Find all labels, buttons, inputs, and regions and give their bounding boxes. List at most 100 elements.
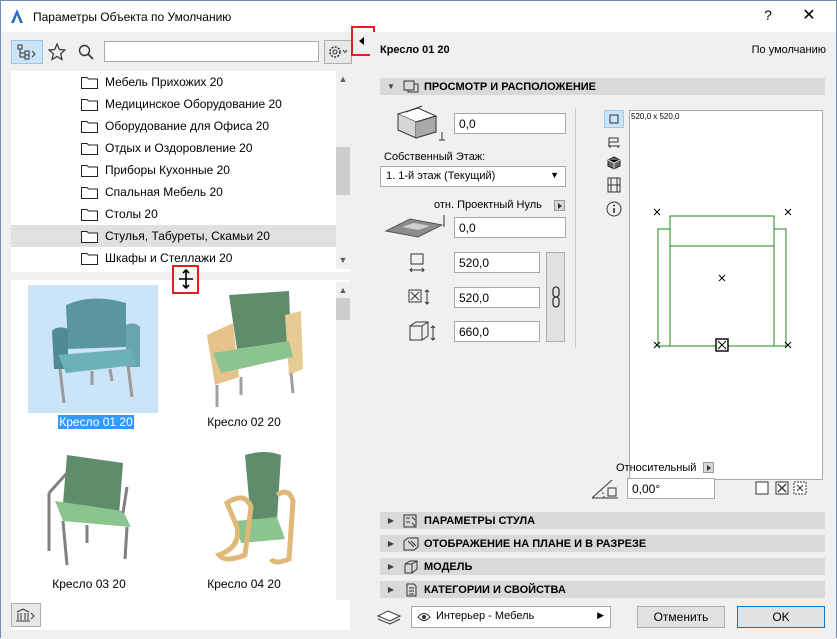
thumbnail-item[interactable]: Кресло 02 20 bbox=[169, 285, 309, 435]
section-chair-params[interactable]: ▶ ПАРАМЕТРЫ СТУЛА bbox=[380, 512, 825, 529]
armchair-04-image bbox=[214, 452, 296, 565]
angle-field[interactable]: 0,00° bbox=[627, 478, 715, 499]
tree-item-label: Спальная Мебель 20 bbox=[105, 185, 223, 199]
scroll-up-arrow-icon[interactable]: ▲ bbox=[336, 285, 350, 295]
expand-right-icon: ▶ bbox=[387, 539, 395, 548]
folder-icon bbox=[81, 252, 98, 265]
dialog-window: Параметры Объекта по Умолчанию ? ✕ Мебел… bbox=[0, 0, 837, 639]
tree-item-label: Оборудование для Офиса 20 bbox=[105, 119, 270, 133]
scroll-thumb[interactable] bbox=[336, 298, 350, 320]
reference-menu-button[interactable] bbox=[554, 200, 565, 211]
collapse-panel-button[interactable] bbox=[355, 33, 369, 49]
elevation-field[interactable]: 0,0 bbox=[454, 217, 566, 238]
side-view-icon[interactable] bbox=[606, 134, 622, 150]
folder-icon bbox=[81, 142, 98, 155]
top-offset-field[interactable]: 0,0 bbox=[454, 113, 566, 134]
search-icon bbox=[78, 44, 94, 60]
chevron-right-icon: ▶ bbox=[597, 610, 604, 620]
chair-params-icon bbox=[403, 514, 417, 527]
chain-link-icon bbox=[551, 286, 560, 308]
tree-view-icon bbox=[17, 44, 36, 60]
library-manager-button[interactable] bbox=[11, 603, 41, 627]
top-offset-icon bbox=[396, 105, 445, 141]
folder-icon bbox=[81, 208, 98, 221]
tree-item[interactable]: Мебель Прихожих 20 bbox=[11, 71, 336, 93]
section-title: ПАРАМЕТРЫ СТУЛА bbox=[424, 514, 536, 527]
thumbnail-item[interactable]: Кресло 03 20 bbox=[11, 447, 151, 597]
link-proportions-button[interactable] bbox=[546, 252, 565, 342]
film-strip-icon[interactable] bbox=[606, 177, 622, 193]
expand-right-icon: ▶ bbox=[387, 562, 395, 571]
tree-item[interactable]: Столы 20 bbox=[11, 203, 336, 225]
scroll-thumb[interactable] bbox=[336, 147, 350, 195]
scroll-up-arrow-icon[interactable]: ▲ bbox=[336, 74, 350, 84]
thumbnail-caption: Кресло 04 20 bbox=[207, 577, 281, 591]
section-preview-positioning[interactable]: ▼ ПРОСМОТР И РАСПОЛОЖЕНИЕ bbox=[380, 78, 825, 95]
width-field[interactable]: 520,0 bbox=[454, 252, 540, 273]
section-title: ПРОСМОТР И РАСПОЛОЖЕНИЕ bbox=[424, 80, 597, 93]
anchor-center-icon[interactable] bbox=[775, 481, 789, 495]
width-icon bbox=[409, 253, 425, 273]
tree-item-label: Столы 20 bbox=[105, 207, 158, 221]
tree-item[interactable]: Медицинское Оборудование 20 bbox=[11, 93, 336, 115]
thumbnails-scrollbar[interactable]: ▲ bbox=[336, 282, 350, 600]
layer-icon bbox=[376, 610, 402, 625]
folder-view-button[interactable] bbox=[11, 40, 43, 64]
armchair-03-image bbox=[47, 455, 131, 566]
favorites-button[interactable] bbox=[45, 40, 69, 64]
chair-plan-symbol bbox=[653, 208, 792, 352]
chevron-left-icon bbox=[359, 37, 364, 45]
folder-icon bbox=[81, 76, 98, 89]
depth-field[interactable]: 520,0 bbox=[454, 287, 540, 308]
thumbnail-caption: Кресло 02 20 bbox=[207, 415, 281, 429]
tree-item[interactable]: Оборудование для Офиса 20 bbox=[11, 115, 336, 137]
rotation-angle-icon bbox=[591, 479, 618, 499]
section-plan-display[interactable]: ▶ ОТОБРАЖЕНИЕ НА ПЛАНЕ И В РАЗРЕЗЕ bbox=[380, 535, 825, 552]
layer-select[interactable]: Интерьер - Мебель ▶ bbox=[411, 606, 611, 628]
settings-button[interactable] bbox=[324, 40, 352, 64]
tree-item[interactable]: Приборы Кухонные 20 bbox=[11, 159, 336, 181]
home-story-select[interactable]: 1. 1-й этаж (Текущий) ▼ bbox=[380, 166, 566, 187]
relative-menu-button[interactable] bbox=[703, 462, 714, 473]
square-view-icon bbox=[609, 114, 619, 124]
armchair-01-image bbox=[28, 285, 158, 413]
anchor-none-icon[interactable] bbox=[755, 481, 769, 495]
plan-view-button[interactable] bbox=[604, 110, 624, 128]
scroll-down-arrow-icon[interactable]: ▼ bbox=[336, 255, 350, 265]
section-title: ОТОБРАЖЕНИЕ НА ПЛАНЕ И В РАЗРЕЗЕ bbox=[424, 537, 647, 550]
thumbnail-item[interactable]: Кресло 04 20 bbox=[169, 447, 309, 597]
archicad-logo-icon bbox=[11, 9, 23, 23]
close-button[interactable]: ✕ bbox=[794, 5, 824, 27]
thumbnail-item-selected[interactable]: Кресло 01 20 bbox=[11, 285, 158, 435]
object-name: Кресло 01 20 bbox=[380, 44, 450, 56]
reference-label: отн. Проектный Нуль bbox=[434, 199, 542, 211]
cancel-button[interactable]: Отменить bbox=[637, 606, 725, 628]
title-bar: Параметры Объекта по Умолчанию ? ✕ bbox=[1, 1, 836, 32]
folder-icon bbox=[81, 98, 98, 111]
plan-preview: 520,0 x 520,0 bbox=[629, 110, 823, 480]
height-field[interactable]: 660,0 bbox=[454, 321, 540, 342]
folder-icon bbox=[81, 164, 98, 177]
info-icon[interactable] bbox=[606, 201, 622, 217]
tree-item[interactable]: Спальная Мебель 20 bbox=[11, 181, 336, 203]
help-button[interactable]: ? bbox=[753, 7, 783, 27]
document-icon bbox=[406, 583, 417, 596]
gear-icon bbox=[329, 46, 348, 58]
folder-icon bbox=[81, 186, 98, 199]
section-categories[interactable]: ▶ КАТЕГОРИИ И СВОЙСТВА bbox=[380, 581, 825, 598]
chevron-down-icon: ▼ bbox=[550, 170, 559, 180]
armchair-02-image bbox=[207, 291, 303, 407]
section-model[interactable]: ▶ МОДЕЛЬ bbox=[380, 558, 825, 575]
tree-item-label: Приборы Кухонные 20 bbox=[105, 163, 230, 177]
section-title: КАТЕГОРИИ И СВОЙСТВА bbox=[424, 583, 566, 596]
anchor-dashed-icon[interactable] bbox=[793, 481, 807, 495]
tree-scrollbar[interactable]: ▲ ▼ bbox=[336, 71, 350, 269]
search-input[interactable] bbox=[104, 41, 319, 62]
ok-button[interactable]: OK bbox=[737, 606, 825, 628]
3d-view-icon[interactable] bbox=[606, 155, 622, 171]
tree-item-selected[interactable]: Стулья, Табуреты, Скамьи 20 bbox=[11, 225, 336, 247]
relative-label: Относительный bbox=[616, 462, 697, 474]
search-toggle-button[interactable] bbox=[75, 40, 97, 64]
depth-icon bbox=[408, 289, 430, 305]
tree-item[interactable]: Отдых и Оздоровление 20 bbox=[11, 137, 336, 159]
